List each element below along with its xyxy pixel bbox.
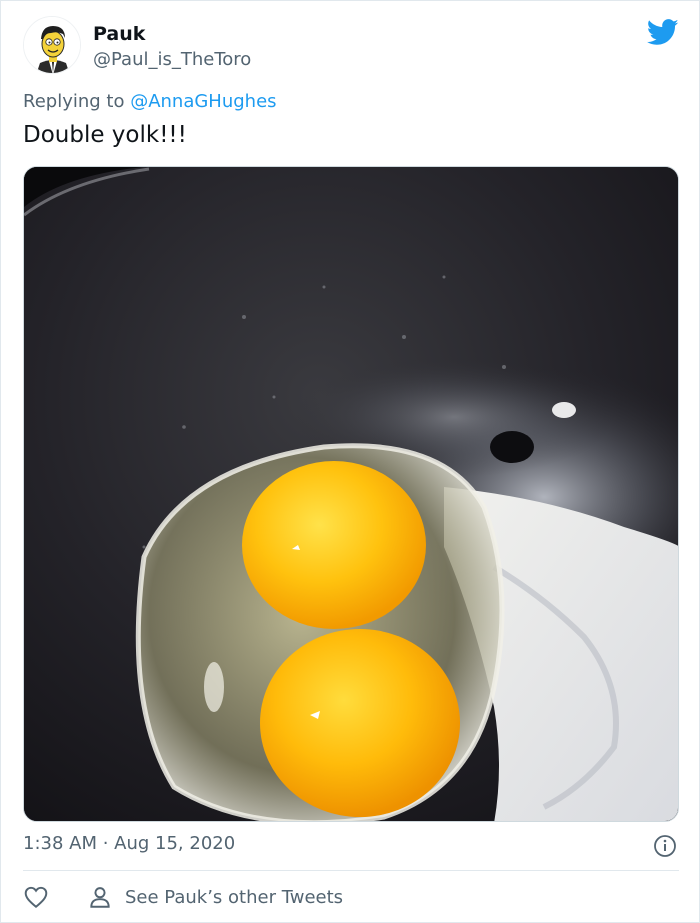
heart-icon[interactable]	[23, 884, 49, 910]
info-icon[interactable]	[653, 834, 677, 858]
author-name[interactable]: Pauk	[93, 23, 145, 45]
author-handle[interactable]: @Paul_is_TheToro	[93, 49, 251, 70]
see-other-tweets-link[interactable]: See Pauk’s other Tweets	[87, 883, 343, 911]
egg-photo	[24, 167, 678, 821]
avatar-image	[24, 17, 80, 73]
tweet-card: Pauk @Paul_is_TheToro Replying to @AnnaG…	[0, 0, 700, 923]
divider	[23, 870, 679, 871]
avatar[interactable]	[23, 16, 81, 74]
tweet-photo[interactable]	[23, 166, 679, 822]
reply-context: Replying to @AnnaGHughes	[23, 91, 277, 112]
see-other-tweets-label: See Pauk’s other Tweets	[125, 886, 344, 908]
person-icon	[90, 887, 110, 908]
reply-prefix: Replying to	[23, 91, 131, 112]
tweet-text: Double yolk!!!	[23, 122, 187, 148]
twitter-bird-icon[interactable]	[647, 19, 679, 46]
reply-mention-link[interactable]: @AnnaGHughes	[130, 91, 276, 112]
tweet-timestamp[interactable]: 1:38 AM · Aug 15, 2020	[23, 833, 235, 854]
